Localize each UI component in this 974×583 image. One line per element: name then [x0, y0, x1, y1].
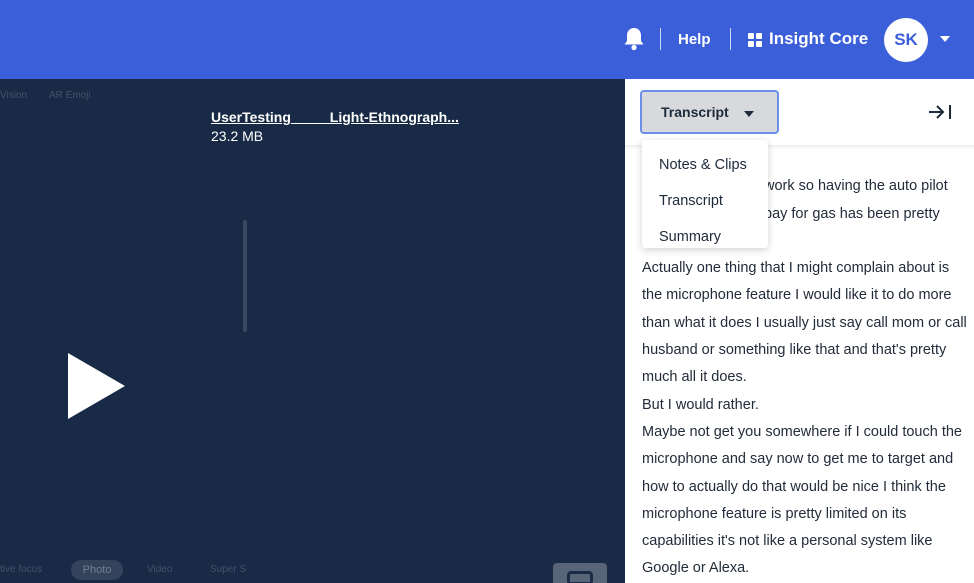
panel-header: Transcript — [625, 79, 974, 149]
transcript-paragraph: Maybe not get you somewhere if I could t… — [642, 423, 962, 577]
play-icon[interactable] — [68, 353, 125, 419]
background-label: Super S — [210, 564, 247, 575]
collapse-panel-icon[interactable] — [925, 101, 959, 123]
video-player[interactable]: Vision AR Emoji UserTesting_____Light-Et… — [0, 79, 625, 583]
scrubber-handle[interactable] — [243, 220, 247, 332]
top-bar: Help Insight Core SK — [0, 0, 974, 79]
background-label: AR Emoji — [49, 90, 91, 101]
background-label: tive focus — [0, 564, 43, 575]
header-divider — [730, 28, 731, 50]
header-divider — [660, 28, 661, 50]
menu-item-transcript[interactable]: Transcript — [642, 183, 768, 219]
background-label: Vision — [0, 90, 28, 101]
view-dropdown-menu: Notes & Clips Transcript Summary — [642, 140, 768, 248]
menu-item-summary[interactable]: Summary — [642, 219, 768, 255]
background-label: Video — [147, 564, 173, 575]
user-avatar[interactable]: SK — [884, 18, 928, 62]
menu-item-notes-clips[interactable]: Notes & Clips — [642, 147, 768, 183]
help-link[interactable]: Help — [678, 31, 711, 48]
background-shutter-icon — [553, 563, 607, 583]
video-file-name[interactable]: UserTesting_____Light-Ethnograph... — [211, 109, 459, 125]
caret-down-icon — [744, 111, 754, 117]
notifications-bell-icon[interactable] — [622, 26, 646, 52]
workspace-switcher[interactable]: Insight Core — [769, 29, 868, 49]
video-file-size: 23.2 MB — [211, 128, 264, 144]
view-select-label: Transcript — [661, 104, 729, 120]
background-pill: Photo — [71, 560, 123, 580]
transcript-paragraph: Actually one thing that I might complain… — [642, 260, 967, 386]
chevron-down-icon[interactable] — [940, 36, 950, 42]
transcript-paragraph: But I would rather. — [642, 396, 759, 413]
view-select-button[interactable]: Transcript — [640, 90, 779, 134]
apps-grid-icon[interactable] — [748, 33, 762, 47]
